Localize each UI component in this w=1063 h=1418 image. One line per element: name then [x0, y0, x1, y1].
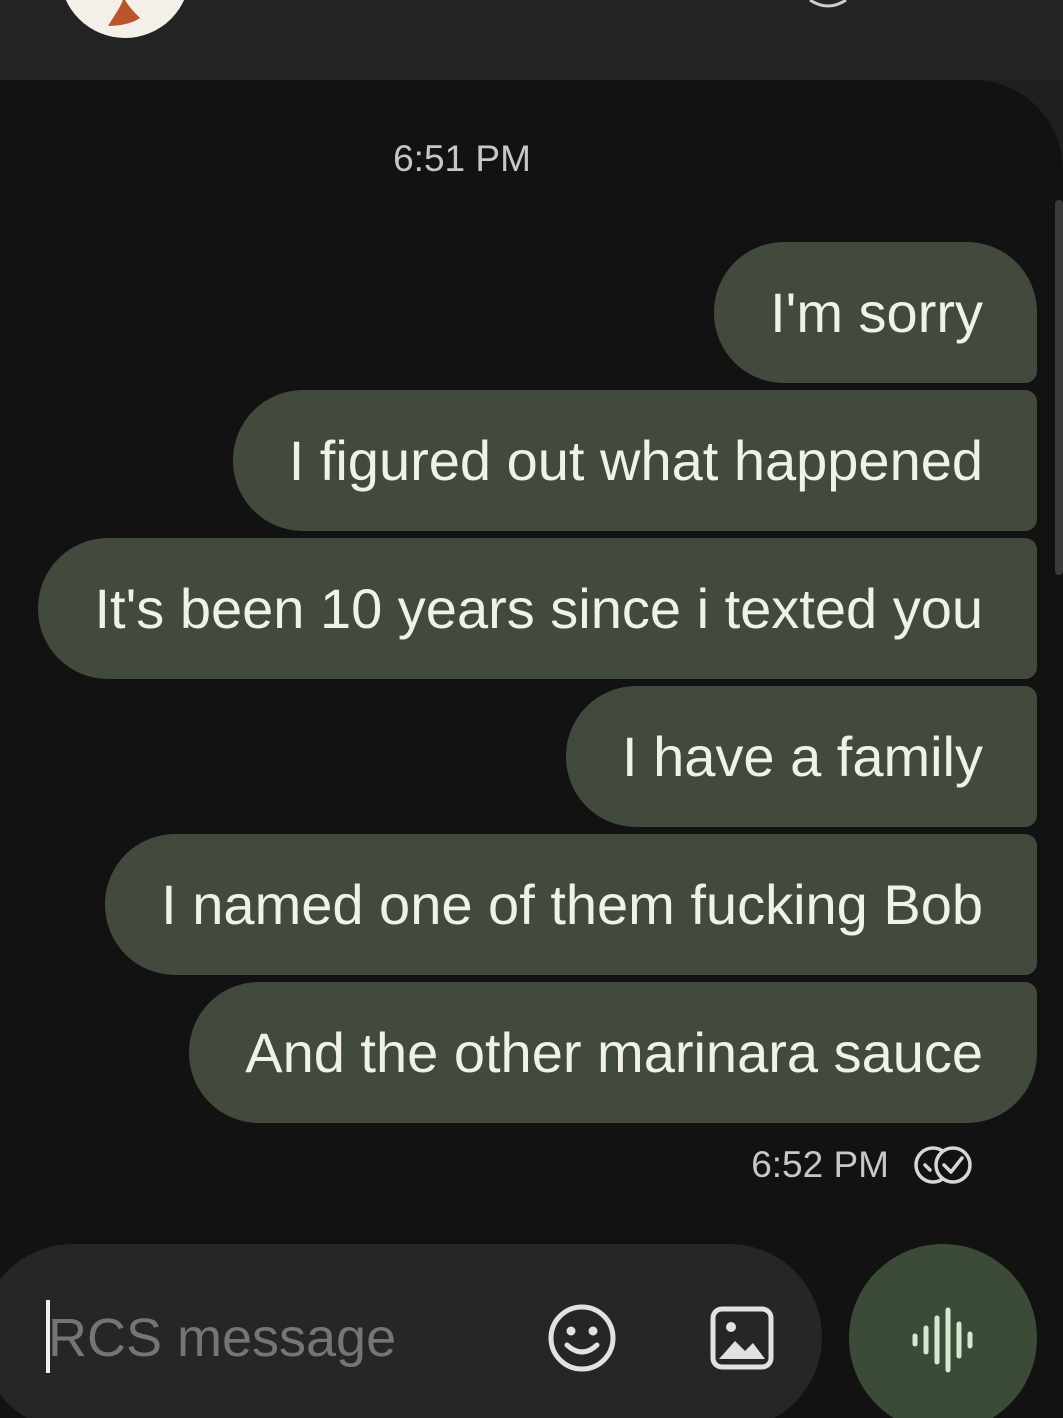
conversation-header — [0, 0, 1063, 80]
contact-avatar[interactable] — [60, 0, 190, 38]
image-icon[interactable] — [709, 1305, 775, 1371]
outgoing-message-bubble[interactable]: It's been 10 years since i texted you — [38, 538, 1037, 679]
outgoing-message-bubble[interactable]: And the other marinara sauce — [189, 982, 1037, 1123]
voice-message-button[interactable] — [849, 1244, 1037, 1418]
header-action-icon[interactable] — [808, 0, 848, 10]
message-status: 6:52 PM — [751, 1140, 977, 1190]
sent-time: 6:52 PM — [751, 1144, 889, 1185]
voice-message-icon — [912, 1307, 973, 1373]
messages-screen: 6:51 PM I'm sorry I figured out what hap… — [0, 0, 1063, 1418]
text-cursor — [46, 1300, 50, 1373]
message-input[interactable] — [48, 1300, 468, 1376]
emoji-icon[interactable] — [546, 1302, 618, 1374]
read-double-check-icon — [914, 1146, 972, 1184]
outgoing-message-bubble[interactable]: I figured out what happened — [232, 390, 1037, 531]
outgoing-message-bubble[interactable]: I have a family — [565, 686, 1037, 827]
outgoing-message-bubble[interactable]: I'm sorry — [714, 242, 1037, 383]
message-timestamp: 6:51 PM — [393, 138, 531, 179]
outgoing-message-bubble[interactable]: I named one of them fucking Bob — [105, 834, 1037, 975]
scrollbar[interactable] — [1055, 200, 1063, 575]
avatar-image — [108, 0, 140, 26]
